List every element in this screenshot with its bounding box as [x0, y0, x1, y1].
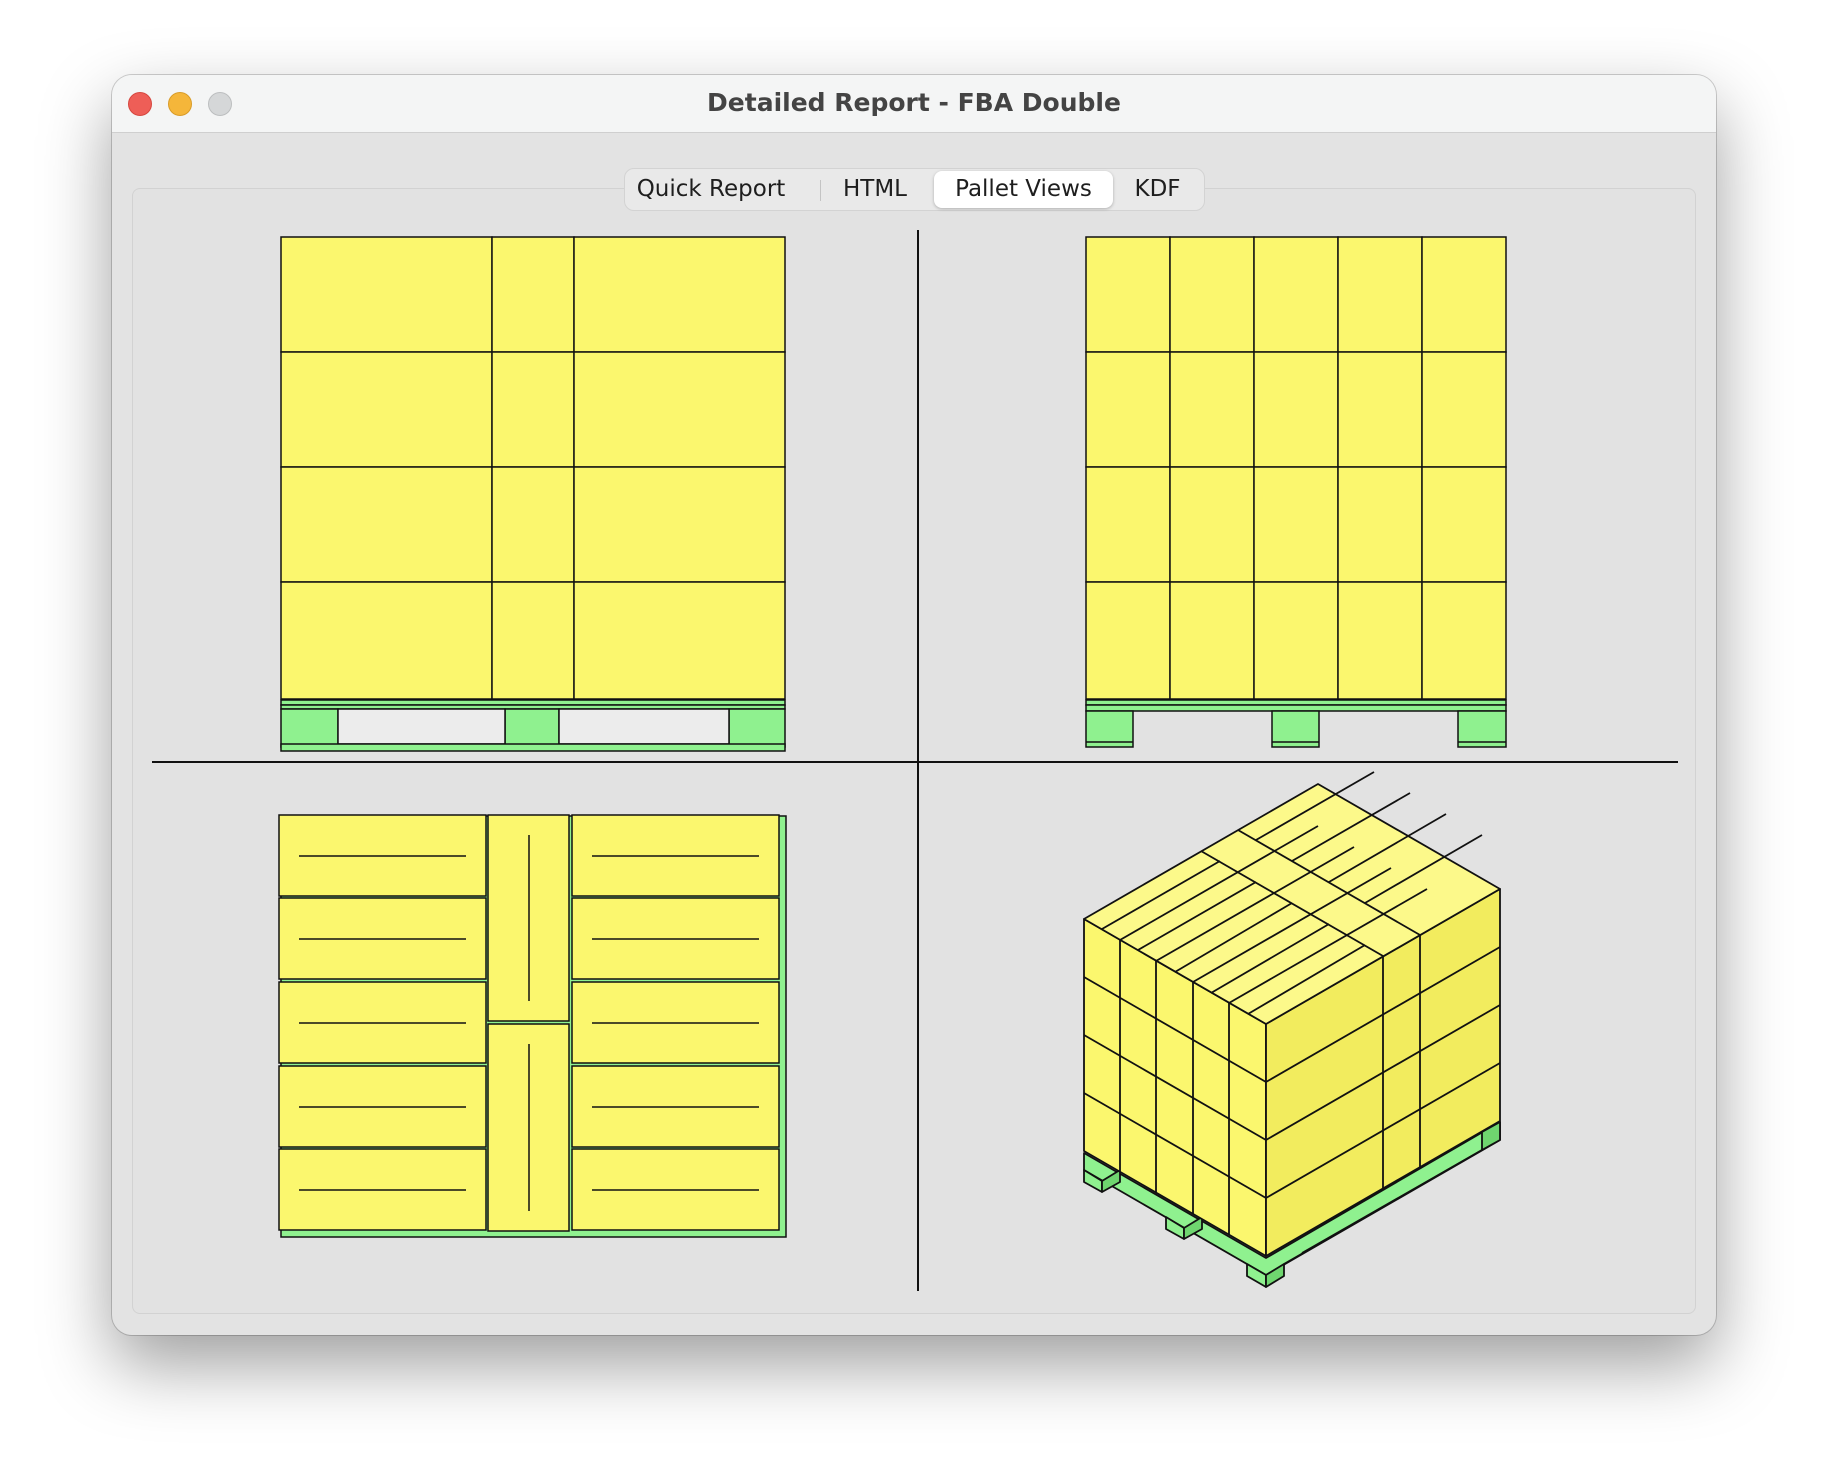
isometric-view	[1083, 771, 1501, 1288]
top-view	[278, 814, 787, 1238]
side-box-grid	[1085, 236, 1507, 700]
front-view	[280, 236, 786, 752]
side-view	[1085, 236, 1507, 748]
report-window: Detailed Report - FBA Double Quick Repor…	[112, 75, 1716, 1335]
front-box-grid	[280, 236, 786, 700]
side-pallet	[1085, 699, 1507, 748]
front-pallet	[280, 699, 786, 752]
iso-load	[1083, 771, 1501, 1257]
pallet-views-canvas	[152, 230, 1678, 1291]
